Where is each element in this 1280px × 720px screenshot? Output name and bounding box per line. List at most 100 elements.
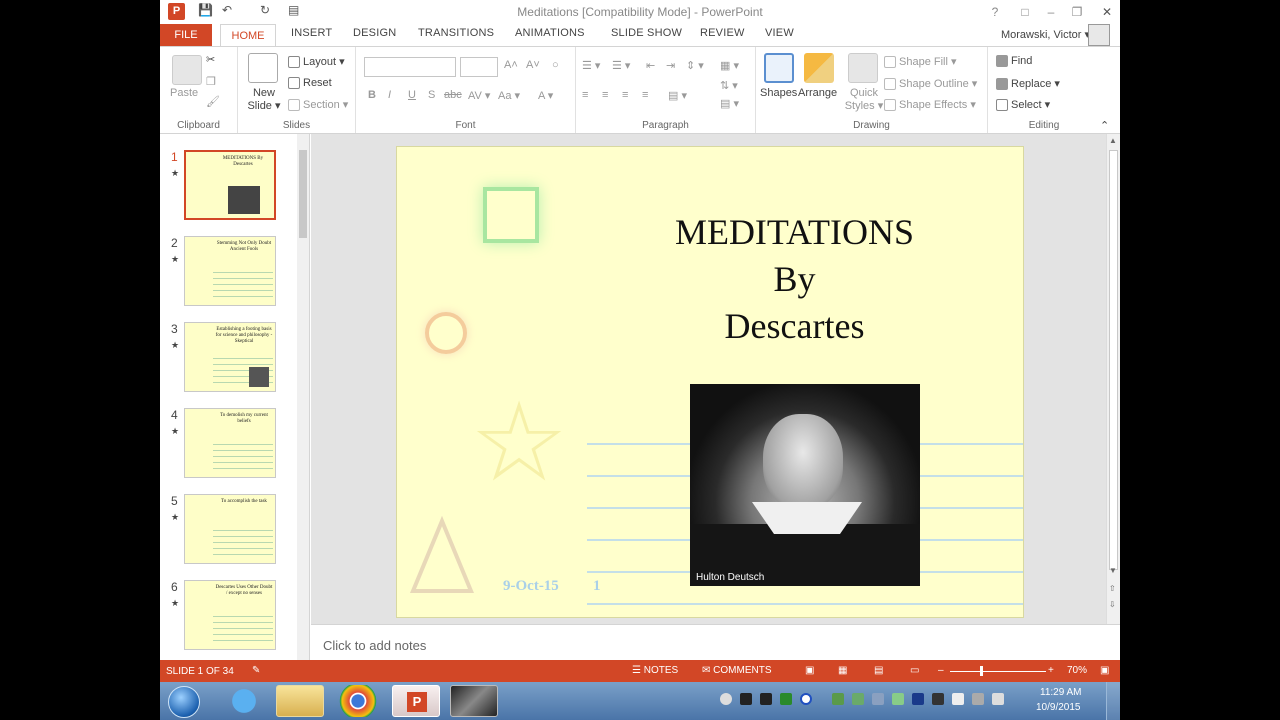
italic-button[interactable]: I: [388, 89, 391, 101]
cut-icon[interactable]: ✂: [206, 53, 215, 66]
bullets-icon[interactable]: ☰ ▾: [582, 59, 600, 72]
align-right-icon[interactable]: ≡: [622, 89, 628, 101]
text-direction-icon[interactable]: ⇅ ▾: [720, 79, 738, 92]
shapes-button[interactable]: Shapes: [760, 87, 797, 99]
justify-icon[interactable]: ≡: [642, 89, 648, 101]
reset-button[interactable]: Reset: [288, 77, 332, 90]
align-left-icon[interactable]: ≡: [582, 89, 588, 101]
increase-indent-icon[interactable]: ⇥: [666, 59, 675, 72]
tab-design[interactable]: DESIGN: [353, 27, 396, 39]
underline-button[interactable]: U: [408, 89, 416, 101]
character-spacing-button[interactable]: AV ▾: [468, 89, 490, 102]
replace-button[interactable]: Replace ▾: [996, 77, 1060, 91]
canvas-scroll-thumb[interactable]: [1109, 150, 1118, 570]
section-button[interactable]: Section ▾: [288, 98, 348, 112]
tab-home[interactable]: HOME: [220, 24, 276, 47]
powerpoint-taskbar-icon[interactable]: P: [392, 685, 440, 717]
layout-button[interactable]: Layout ▾: [288, 55, 345, 69]
start-button-icon[interactable]: [168, 686, 200, 718]
avatar[interactable]: [1088, 24, 1110, 46]
new-slide-icon[interactable]: [248, 53, 278, 83]
grow-font-button[interactable]: A˄: [504, 59, 518, 71]
internet-explorer-icon[interactable]: [220, 685, 268, 717]
strikethrough-button[interactable]: abc: [444, 89, 462, 101]
prev-slide-icon[interactable]: ⇧: [1109, 584, 1116, 593]
tab-animations[interactable]: ANIMATIONS: [515, 27, 585, 39]
descartes-portrait[interactable]: Hulton Deutsch: [690, 384, 920, 586]
tab-file[interactable]: FILE: [160, 24, 212, 46]
quick-styles-icon[interactable]: [848, 53, 878, 83]
zoom-level[interactable]: 70%: [1067, 665, 1087, 676]
arrange-icon[interactable]: [804, 53, 834, 83]
chrome-icon[interactable]: [334, 685, 382, 717]
tray-app-icon[interactable]: [852, 693, 864, 705]
align-text-icon[interactable]: ▤ ▾: [720, 97, 739, 110]
tab-review[interactable]: REVIEW: [700, 27, 745, 39]
font-color-button[interactable]: A ▾: [538, 89, 553, 102]
align-center-icon[interactable]: ≡: [602, 89, 608, 101]
font-name-input[interactable]: [364, 57, 456, 77]
slide-thumbnail-1[interactable]: MEDITATIONS By Descartes: [184, 150, 276, 220]
slide-title[interactable]: MEDITATIONS By Descartes: [637, 209, 952, 350]
restore-icon[interactable]: ❐: [1064, 2, 1090, 22]
tab-insert[interactable]: INSERT: [291, 27, 332, 39]
help-icon[interactable]: ?: [982, 2, 1008, 22]
zoom-out-icon[interactable]: –: [938, 665, 944, 676]
tab-view[interactable]: VIEW: [765, 27, 794, 39]
spellcheck-icon[interactable]: ✎: [252, 665, 260, 676]
shape-fill-button[interactable]: Shape Fill ▾: [884, 55, 957, 69]
tray-app-icon[interactable]: [932, 693, 944, 705]
shrink-font-button[interactable]: A˅: [526, 59, 540, 71]
shapes-icon[interactable]: [764, 53, 794, 83]
tray-app-icon[interactable]: [872, 693, 884, 705]
normal-view-icon[interactable]: ▣: [805, 665, 814, 676]
media-app-icon[interactable]: [450, 685, 498, 717]
font-size-input[interactable]: [460, 57, 498, 77]
paste-icon[interactable]: [172, 55, 202, 85]
slide-sorter-icon[interactable]: ▦: [838, 665, 847, 676]
distribute-icon[interactable]: ▤ ▾: [668, 89, 687, 102]
comments-button[interactable]: ✉ COMMENTS: [702, 665, 772, 676]
volume-icon[interactable]: [992, 693, 1004, 705]
slide-thumbnail-3[interactable]: Establishing a footing basis for science…: [184, 322, 276, 392]
zoom-slider[interactable]: [950, 671, 1046, 672]
decrease-indent-icon[interactable]: ⇤: [646, 59, 655, 72]
tab-slide-show[interactable]: SLIDE SHOW: [611, 27, 682, 39]
ribbon-display-icon[interactable]: □: [1012, 2, 1038, 22]
reading-view-icon[interactable]: ▤: [874, 665, 883, 676]
next-slide-icon[interactable]: ⇩: [1109, 600, 1116, 609]
columns-icon[interactable]: ▦ ▾: [720, 59, 739, 72]
flag-icon[interactable]: [952, 693, 964, 705]
shape-effects-button[interactable]: Shape Effects ▾: [884, 98, 976, 112]
clock-time[interactable]: 11:29 AM: [1040, 687, 1082, 698]
file-explorer-icon[interactable]: [276, 685, 324, 717]
slide-thumbnail-5[interactable]: To accomplish the task: [184, 494, 276, 564]
change-case-button[interactable]: Aa ▾: [498, 89, 520, 102]
copy-icon[interactable]: ❐: [206, 75, 216, 88]
minimize-icon[interactable]: –: [1038, 2, 1064, 22]
slide[interactable]: ☆ MEDITATIONS By Descartes Hulton Deutsc…: [396, 146, 1024, 618]
clock-date[interactable]: 10/9/2015: [1036, 702, 1081, 713]
find-button[interactable]: Find: [996, 55, 1032, 68]
slideshow-icon[interactable]: ▭: [910, 665, 919, 676]
show-desktop-button[interactable]: [1106, 682, 1120, 720]
notes-pane[interactable]: Click to add notes: [311, 624, 1120, 660]
network-icon[interactable]: [972, 693, 984, 705]
zoom-in-icon[interactable]: +: [1048, 665, 1054, 676]
canvas-scrollbar[interactable]: ▲ ▼ ⇧ ⇩: [1106, 134, 1120, 624]
pause-icon[interactable]: [740, 693, 752, 705]
quick-styles-button[interactable]: Quick Styles ▾: [844, 87, 884, 113]
shadow-button[interactable]: S: [428, 89, 435, 101]
line-spacing-icon[interactable]: ⇕ ▾: [686, 59, 704, 72]
shape-outline-button[interactable]: Shape Outline ▾: [884, 77, 977, 91]
record-icon[interactable]: [780, 693, 792, 705]
bold-button[interactable]: B: [368, 89, 376, 101]
select-button[interactable]: Select ▾: [996, 98, 1050, 112]
clear-format-icon[interactable]: ○: [552, 59, 559, 71]
user-account[interactable]: Morawski, Victor ▾: [1001, 28, 1090, 41]
back-icon[interactable]: [720, 693, 732, 705]
format-painter-icon[interactable]: 🖌: [206, 95, 220, 108]
tray-app-icon[interactable]: [832, 693, 844, 705]
scroll-down-icon[interactable]: ▼: [1109, 566, 1117, 575]
tray-app-icon[interactable]: [892, 693, 904, 705]
